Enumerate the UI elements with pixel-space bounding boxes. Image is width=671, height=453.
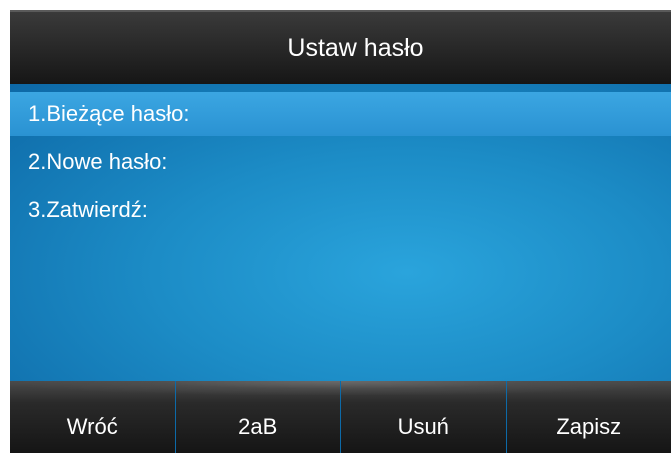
delete-softkey[interactable]: Usuń <box>341 381 507 453</box>
new-password-label: 2.Nowe hasło: <box>28 149 168 174</box>
current-password-label: 1.Bieżące hasło: <box>28 101 190 126</box>
softkey-bar: Wróć 2aB Usuń Zapisz <box>10 381 671 453</box>
back-softkey-label: Wróć <box>66 414 118 439</box>
page-title: Ustaw hasło <box>287 33 424 62</box>
confirm-password-label: 3.Zatwierdź: <box>28 197 148 222</box>
phone-screen: Ustaw hasło 1.Bieżące hasło: 2.Nowe hasł… <box>0 0 671 453</box>
left-margin <box>0 0 10 453</box>
save-softkey-label: Zapisz <box>556 414 622 439</box>
back-softkey[interactable]: Wróć <box>10 381 176 453</box>
password-form: 1.Bieżące hasło: 2.Nowe hasło: 3.Zatwier… <box>10 84 671 388</box>
input-mode-softkey-label: 2aB <box>238 414 278 439</box>
confirm-password-field[interactable]: 3.Zatwierdź: <box>10 188 671 232</box>
save-softkey[interactable]: Zapisz <box>507 381 671 453</box>
title-bar: Ustaw hasło <box>10 10 671 84</box>
input-mode-softkey[interactable]: 2aB <box>176 381 341 453</box>
delete-softkey-label: Usuń <box>397 414 449 439</box>
new-password-field[interactable]: 2.Nowe hasło: <box>10 140 671 184</box>
current-password-field[interactable]: 1.Bieżące hasło: <box>10 92 671 136</box>
